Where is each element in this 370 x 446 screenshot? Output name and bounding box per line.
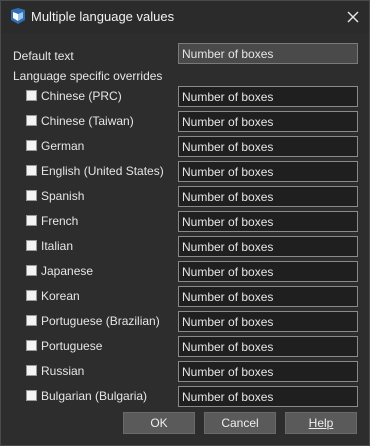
language-override-checkbox[interactable] — [26, 140, 37, 151]
default-text-label: Default text — [13, 49, 74, 63]
language-row: Italian — [1, 236, 369, 257]
language-label: Bulgarian (Bulgaria) — [41, 389, 148, 403]
language-row: French — [1, 211, 369, 232]
ok-button-label: OK — [150, 416, 168, 430]
language-label: Portuguese (Brazilian) — [41, 314, 160, 328]
language-row: Portuguese (Brazilian) — [1, 311, 369, 332]
language-row: Japanese — [1, 261, 369, 282]
language-row: Korean — [1, 286, 369, 307]
language-value-field[interactable] — [178, 186, 358, 207]
title-bar[interactable]: Multiple language values — [1, 1, 369, 33]
language-override-checkbox[interactable] — [26, 215, 37, 226]
language-override-checkbox[interactable] — [26, 240, 37, 251]
cancel-button-label: Cancel — [221, 416, 259, 430]
language-row: Portuguese — [1, 336, 369, 357]
language-value-field[interactable] — [178, 361, 358, 382]
language-label: German — [41, 139, 85, 153]
language-override-checkbox[interactable] — [26, 115, 37, 126]
close-icon — [347, 11, 359, 23]
help-button[interactable]: Help — [285, 412, 357, 434]
language-row: German — [1, 136, 369, 157]
language-override-checkbox[interactable] — [26, 190, 37, 201]
language-override-checkbox[interactable] — [26, 165, 37, 176]
language-value-field[interactable] — [178, 386, 358, 407]
help-button-label: Help — [308, 416, 334, 430]
default-text-field[interactable] — [178, 43, 358, 64]
language-row: Chinese (Taiwan) — [1, 111, 369, 132]
language-row: Chinese (PRC) — [1, 86, 369, 107]
language-override-checkbox[interactable] — [26, 315, 37, 326]
language-label: Portuguese — [41, 339, 103, 353]
language-override-checkbox[interactable] — [26, 390, 37, 401]
app-logo-icon — [10, 8, 26, 24]
language-value-field[interactable] — [178, 286, 358, 307]
language-value-field[interactable] — [178, 336, 358, 357]
language-value-field[interactable] — [178, 261, 358, 282]
language-value-field[interactable] — [178, 86, 358, 107]
language-value-field[interactable] — [178, 236, 358, 257]
overrides-heading: Language specific overrides — [13, 69, 163, 83]
language-row: English (United States) — [1, 161, 369, 182]
language-label: English (United States) — [41, 164, 164, 178]
language-label: Spanish — [41, 189, 85, 203]
language-override-checkbox[interactable] — [26, 265, 37, 276]
language-value-field[interactable] — [178, 211, 358, 232]
language-override-checkbox[interactable] — [26, 365, 37, 376]
language-row: Spanish — [1, 186, 369, 207]
language-label: Japanese — [41, 264, 94, 278]
window-title: Multiple language values — [31, 9, 175, 24]
language-value-field[interactable] — [178, 161, 358, 182]
language-value-field[interactable] — [178, 111, 358, 132]
close-button[interactable] — [341, 5, 365, 29]
dialog-window: Multiple language values Default text La… — [0, 0, 370, 446]
language-label: Italian — [41, 239, 74, 253]
language-value-field[interactable] — [178, 311, 358, 332]
ok-button[interactable]: OK — [123, 412, 195, 434]
language-label: Chinese (PRC) — [41, 89, 122, 103]
language-label: Chinese (Taiwan) — [41, 114, 134, 128]
language-row: Bulgarian (Bulgaria) — [1, 386, 369, 407]
language-row: Russian — [1, 361, 369, 382]
language-value-field[interactable] — [178, 136, 358, 157]
language-label: Russian — [41, 364, 85, 378]
language-override-checkbox[interactable] — [26, 340, 37, 351]
language-label: French — [41, 214, 79, 228]
language-label: Korean — [41, 289, 80, 303]
language-override-checkbox[interactable] — [26, 290, 37, 301]
language-override-checkbox[interactable] — [26, 90, 37, 101]
cancel-button[interactable]: Cancel — [204, 412, 276, 434]
